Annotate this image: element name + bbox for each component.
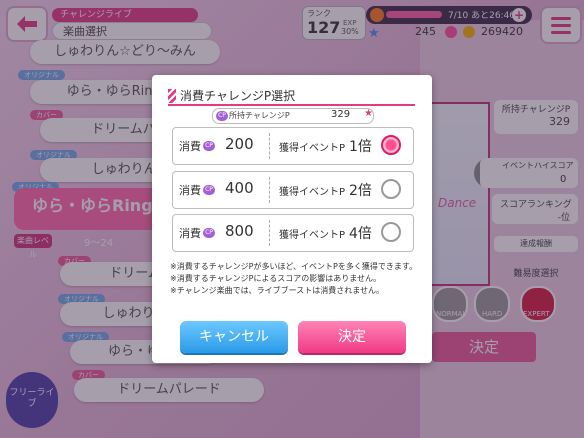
note-line: ※消費するチャレンジPが多いほど、イベントPを多く獲得できます。 [170, 262, 418, 271]
radio-unselected[interactable] [381, 222, 401, 242]
multiplier: 1倍 [349, 139, 372, 155]
option-800[interactable]: 消費 CP 800 獲得イベントP 4倍 [172, 214, 414, 252]
consume-label: 消費 [179, 184, 201, 197]
multiplier: 2倍 [349, 183, 372, 199]
star-icon: ★ [364, 108, 373, 119]
note-line: ※チャレンジ楽曲では、ライブブーストは消費されません。 [170, 286, 384, 295]
notes: ※消費するチャレンジPが多いほど、イベントPを多く獲得できます。 ※消費するチャ… [170, 261, 417, 297]
divider [269, 177, 270, 203]
title-underline [168, 104, 415, 106]
decide-button[interactable]: 決定 [298, 321, 406, 353]
own-cp-value: 329 [331, 109, 351, 120]
consume-amount: 200 [225, 135, 254, 153]
cp-icon: CP [216, 111, 228, 121]
divider [269, 220, 270, 246]
title-stripe-icon [168, 89, 176, 103]
option-200[interactable]: 消費 CP 200 獲得イベントP 1倍 [172, 127, 414, 165]
note-line: ※消費するチャレンジPによるスコアの影響はありません。 [170, 274, 381, 283]
radio-unselected[interactable] [381, 179, 401, 199]
modal-title: 消費チャレンジP選択 [180, 89, 296, 103]
consume-label: 消費 [179, 227, 201, 240]
consume-amount: 800 [225, 222, 254, 240]
divider [269, 133, 270, 159]
cp-icon: CP [203, 141, 215, 151]
cp-icon: CP [203, 228, 215, 238]
consume-amount: 400 [225, 179, 254, 197]
consume-label: 消費 [179, 140, 201, 153]
cancel-button[interactable]: キャンセル [180, 321, 288, 353]
option-400[interactable]: 消費 CP 400 獲得イベントP 2倍 [172, 171, 414, 209]
cp-icon: CP [203, 185, 215, 195]
own-cp-box: CP 所持チャレンジP 329 [212, 108, 374, 124]
challenge-p-modal: 消費チャレンジP選択 CP 所持チャレンジP 329 ★ 消費 CP 200 獲… [152, 75, 432, 363]
get-event-p-label: 獲得イベントP [279, 143, 346, 154]
get-event-p-label: 獲得イベントP [279, 230, 346, 241]
own-cp-label: 所持チャレンジP [229, 111, 290, 120]
radio-selected[interactable] [381, 135, 401, 155]
get-event-p-label: 獲得イベントP [279, 187, 346, 198]
multiplier: 4倍 [349, 226, 372, 242]
